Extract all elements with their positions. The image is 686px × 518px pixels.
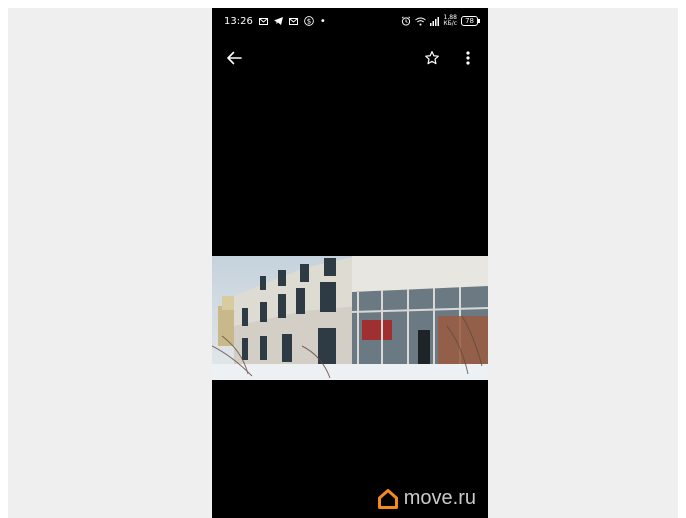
more-options-button[interactable] bbox=[458, 48, 478, 68]
battery-level: 78 bbox=[465, 17, 474, 25]
star-outline-icon bbox=[425, 51, 439, 65]
favorite-button[interactable] bbox=[422, 48, 442, 68]
back-button[interactable] bbox=[224, 48, 244, 68]
status-time: 13:26 bbox=[224, 15, 253, 27]
property-photo[interactable] bbox=[212, 256, 488, 380]
house-logo-icon bbox=[377, 488, 398, 509]
svg-text:$: $ bbox=[307, 18, 311, 26]
telegram-icon bbox=[273, 17, 283, 25]
more-vert-icon bbox=[466, 51, 470, 65]
battery-icon: 78 bbox=[461, 16, 480, 26]
viewer-toolbar bbox=[212, 42, 488, 74]
status-left: 13:26 $ • bbox=[224, 16, 326, 27]
dot-icon: • bbox=[319, 15, 326, 27]
status-bar: 13:26 $ • 1,88 КБ/с 78 bbox=[212, 8, 488, 34]
network-speed: 1,88 КБ/с bbox=[443, 15, 457, 27]
dollar-app-icon: $ bbox=[303, 16, 314, 26]
watermark-text: move.ru bbox=[403, 487, 476, 509]
alarm-icon bbox=[402, 16, 411, 26]
phone-screen: 13:26 $ • 1,88 КБ/с 78 move.ru bbox=[212, 8, 488, 518]
toolbar-actions bbox=[422, 48, 478, 68]
wifi-icon bbox=[415, 17, 427, 25]
network-speed-unit: КБ/с bbox=[443, 20, 458, 27]
arrow-left-icon bbox=[227, 51, 242, 65]
mail-icon bbox=[288, 17, 298, 25]
status-right: 1,88 КБ/с 78 bbox=[401, 15, 480, 27]
mail-icon bbox=[258, 17, 268, 25]
building-photo-image bbox=[212, 256, 488, 380]
signal-icon bbox=[430, 16, 440, 26]
watermark: move.ru bbox=[377, 487, 476, 510]
